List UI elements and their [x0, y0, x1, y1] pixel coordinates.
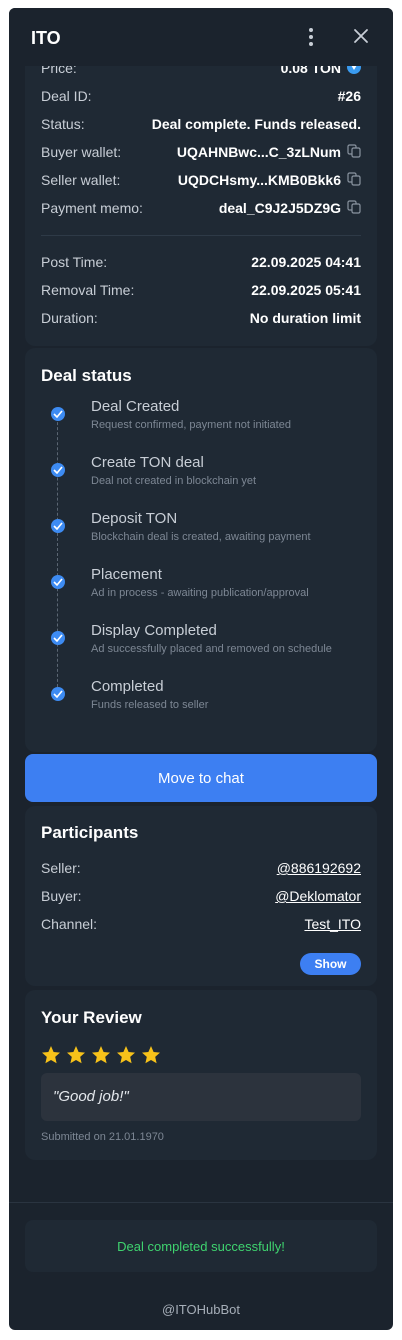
payment-memo-row: Payment memo: deal_C9J2J5DZ9G — [41, 198, 361, 218]
payment-memo-label: Payment memo: — [41, 200, 143, 216]
review-card: Your Review "Good job!" Submitted on 21.… — [25, 990, 377, 1160]
window-title: ITO — [31, 28, 61, 48]
buyer-wallet-value: UQAHNBwc...C_3zLNum — [176, 144, 341, 160]
check-icon — [51, 519, 65, 533]
buyer-label: Buyer: — [41, 888, 82, 904]
seller-wallet-row: Seller wallet: UQDCHsmy...KMB0Bkk6 — [41, 170, 361, 190]
participants-card: Participants Seller: @886192692 Buyer: @… — [25, 806, 377, 986]
post-time-label: Post Time: — [41, 254, 108, 270]
review-title: Your Review — [41, 1008, 142, 1027]
deal-status-card: Deal status Deal Created Request confirm… — [25, 348, 377, 752]
duration-row: Duration: No duration limit — [41, 308, 361, 328]
check-icon — [51, 575, 65, 589]
copy-icon[interactable] — [347, 144, 361, 158]
star-icon — [91, 1045, 111, 1065]
post-time-value: 22.09.2025 04:41 — [251, 254, 361, 270]
step-title: Create TON deal — [91, 454, 204, 471]
buyer-wallet-label: Buyer wallet: — [41, 144, 122, 160]
submitted-date: Submitted on 21.01.1970 — [41, 1131, 164, 1143]
buyer-row: Buyer: @Deklomator — [41, 886, 361, 906]
step-title: Deal Created — [91, 398, 180, 415]
status-step: Completed Funds released to seller — [51, 678, 361, 718]
star-icon — [66, 1045, 86, 1065]
status-label: Status: — [41, 116, 85, 132]
removal-time-row: Removal Time: 22.09.2025 05:41 — [41, 280, 361, 300]
success-banner: Deal completed successfully! — [25, 1220, 377, 1272]
step-title: Deposit TON — [91, 510, 178, 527]
divider — [41, 235, 361, 236]
status-row: Status: Deal complete. Funds released. — [41, 114, 361, 134]
status-value: Deal complete. Funds released. — [151, 116, 361, 132]
step-title: Placement — [91, 566, 162, 583]
show-button[interactable]: Show — [300, 953, 361, 975]
copy-icon[interactable] — [347, 172, 361, 186]
seller-link[interactable]: @886192692 — [277, 860, 361, 876]
step-description: Request confirmed, payment not initiated — [91, 419, 291, 431]
deal-id-row: Deal ID: #26 — [41, 86, 361, 106]
more-options-icon[interactable] — [307, 28, 315, 48]
copy-icon[interactable] — [347, 200, 361, 214]
status-step: Placement Ad in process - awaiting publi… — [51, 566, 361, 606]
participants-title: Participants — [41, 823, 139, 842]
title-bar: ITO — [9, 8, 393, 66]
payment-memo-value: deal_C9J2J5DZ9G — [218, 200, 341, 216]
step-description: Ad successfully placed and removed on sc… — [91, 643, 332, 655]
check-icon — [51, 687, 65, 701]
status-step: Display Completed Ad successfully placed… — [51, 622, 361, 662]
step-title: Display Completed — [91, 622, 217, 639]
deal-details-card: Price: 0.08 TON Deal ID: #26 Status: Dea… — [25, 28, 377, 346]
removal-time-label: Removal Time: — [41, 282, 135, 298]
close-icon[interactable] — [353, 28, 373, 48]
star-icon — [116, 1045, 136, 1065]
post-time-row: Post Time: 22.09.2025 04:41 — [41, 252, 361, 272]
move-to-chat-button[interactable]: Move to chat — [25, 754, 377, 802]
star-icon — [41, 1045, 61, 1065]
channel-row: Channel: Test_ITO — [41, 914, 361, 934]
seller-label: Seller: — [41, 860, 81, 876]
status-step: Deposit TON Blockchain deal is created, … — [51, 510, 361, 550]
status-step: Deal Created Request confirmed, payment … — [51, 398, 361, 438]
step-title: Completed — [91, 678, 164, 695]
bot-handle: @ITOHubBot — [162, 1302, 240, 1317]
status-step: Create TON deal Deal not created in bloc… — [51, 454, 361, 494]
check-icon — [51, 463, 65, 477]
step-description: Blockchain deal is created, awaiting pay… — [91, 531, 311, 543]
deal-id-label: Deal ID: — [41, 88, 92, 104]
buyer-wallet-row: Buyer wallet: UQAHNBwc...C_3zLNum — [41, 142, 361, 162]
footer-divider — [9, 1202, 393, 1203]
seller-wallet-label: Seller wallet: — [41, 172, 121, 188]
step-description: Funds released to seller — [91, 699, 209, 711]
channel-label: Channel: — [41, 916, 98, 932]
duration-value: No duration limit — [249, 310, 361, 326]
review-text: "Good job!" — [41, 1073, 361, 1121]
deal-status-title: Deal status — [41, 366, 132, 385]
bot-window: ITO Price: 0.08 TON Deal ID: #26 Status:… — [9, 8, 393, 1330]
step-description: Deal not created in blockchain yet — [91, 475, 257, 487]
deal-id-value: #26 — [337, 88, 361, 104]
channel-link[interactable]: Test_ITO — [304, 916, 361, 932]
step-description: Ad in process - awaiting publication/app… — [91, 587, 309, 599]
star-rating — [41, 1045, 166, 1065]
seller-row: Seller: @886192692 — [41, 858, 361, 878]
duration-label: Duration: — [41, 310, 98, 326]
seller-wallet-value: UQDCHsmy...KMB0Bkk6 — [177, 172, 341, 188]
check-icon — [51, 631, 65, 645]
buyer-link[interactable]: @Deklomator — [275, 888, 361, 904]
star-icon — [141, 1045, 161, 1065]
removal-time-value: 22.09.2025 05:41 — [251, 282, 361, 298]
check-icon — [51, 407, 65, 421]
